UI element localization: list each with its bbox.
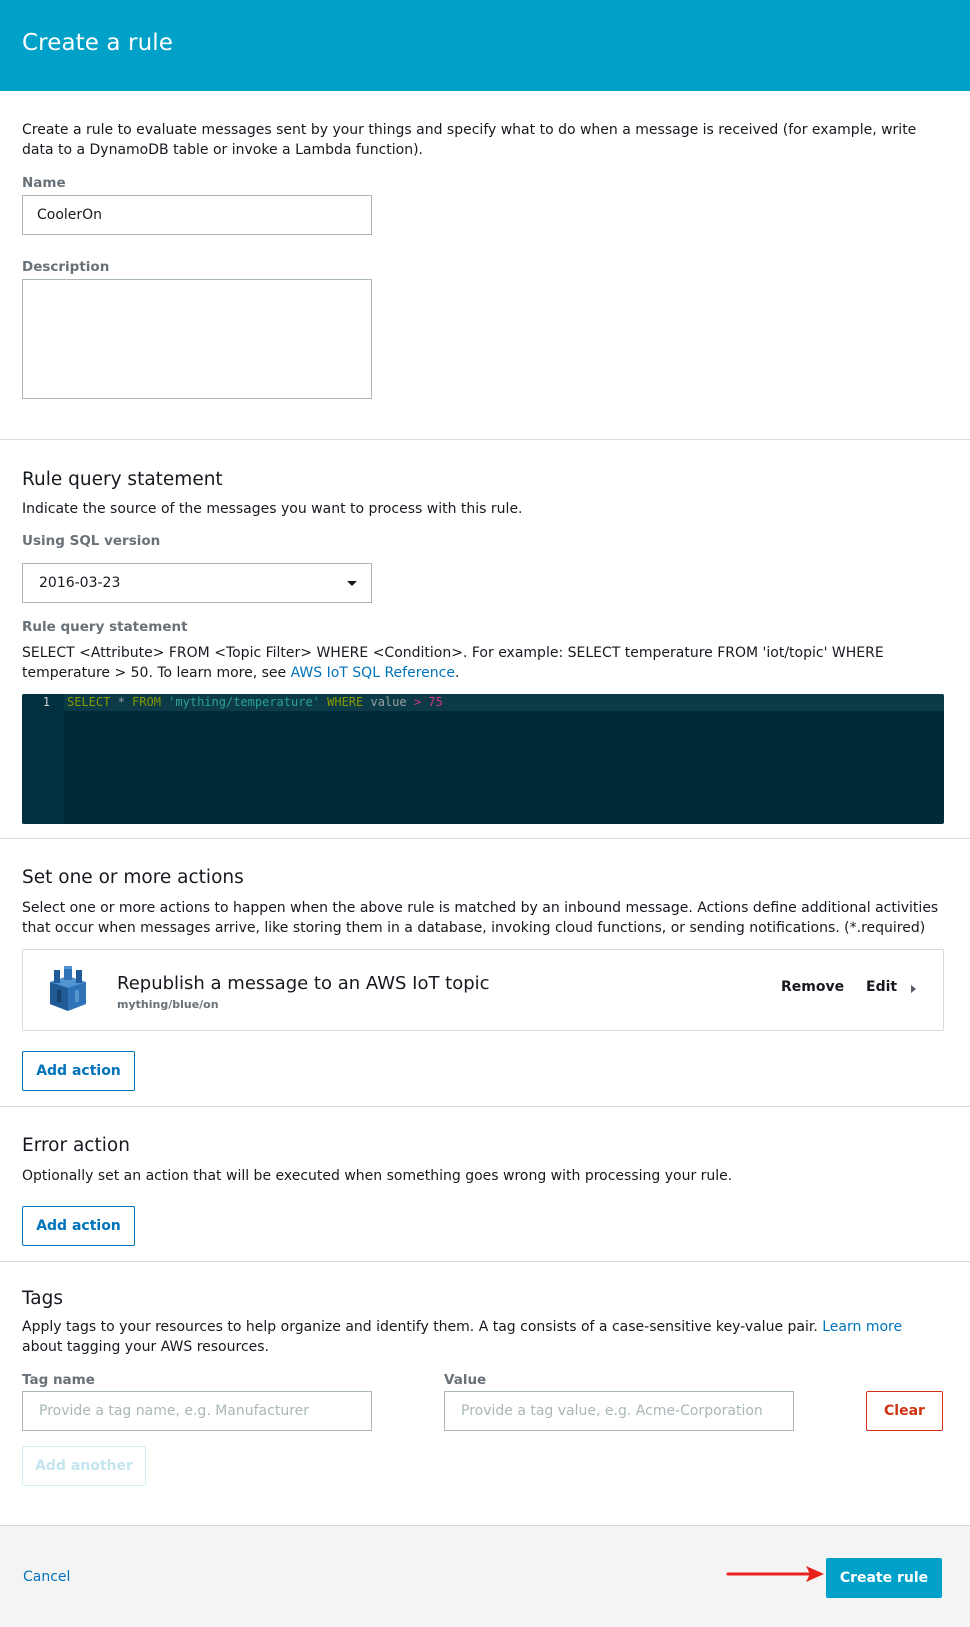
chevron-down-icon	[347, 581, 357, 586]
sql-version-select[interactable]: 2016-03-23	[22, 563, 372, 603]
create-rule-button[interactable]: Create rule	[826, 1558, 942, 1598]
sql-version-value: 2016-03-23	[39, 575, 121, 591]
iot-republish-icon	[50, 966, 86, 1011]
tags-section-text: Apply tags to your resources to help org…	[22, 1317, 942, 1357]
page-header: Create a rule	[0, 0, 970, 91]
tag-value-label: Value	[444, 1372, 487, 1388]
sql-reference-link[interactable]: AWS IoT SQL Reference	[291, 665, 455, 681]
actions-section-title: Set one or more actions	[22, 867, 244, 888]
cancel-link[interactable]: Cancel	[23, 1569, 70, 1585]
add-action-button[interactable]: Add action	[22, 1051, 135, 1091]
kw-from: FROM	[132, 695, 161, 709]
query-section-subtitle: Indicate the source of the messages you …	[22, 501, 523, 517]
kw-select: SELECT	[67, 695, 111, 709]
actions-section-text: Select one or more actions to happen whe…	[22, 900, 939, 936]
clear-tag-button[interactable]: Clear	[866, 1391, 943, 1431]
tags-section-title: Tags	[22, 1288, 63, 1309]
learn-more-link[interactable]: Learn more	[822, 1319, 902, 1335]
section-divider	[0, 1106, 970, 1107]
statement-help-end: .	[454, 665, 460, 681]
page-title: Create a rule	[22, 30, 174, 56]
tag-name-label: Tag name	[22, 1372, 95, 1388]
editor-gutter: 1	[22, 694, 64, 824]
add-error-action-button[interactable]: Add action	[22, 1206, 135, 1246]
description-textarea[interactable]	[22, 279, 372, 399]
token-number: 75	[428, 695, 443, 709]
tags-text-before: Apply tags to your resources to help org…	[22, 1319, 823, 1335]
error-section-text: Optionally set an action that will be ex…	[22, 1168, 733, 1184]
section-divider	[0, 1261, 970, 1262]
statement-label: Rule query statement	[22, 619, 188, 635]
footer-bar: Cancel Create rule	[0, 1525, 970, 1627]
code-line: SELECT * FROM 'mything/temperature' WHER…	[67, 694, 443, 711]
kw-where: WHERE	[327, 695, 364, 709]
edit-action-button[interactable]: Edit	[866, 979, 897, 995]
name-label: Name	[22, 175, 66, 191]
name-input[interactable]: CoolerOn	[22, 195, 372, 235]
statement-help: SELECT <Attribute> FROM <Topic Filter> W…	[22, 643, 942, 683]
action-topic: mything/blue/on	[117, 998, 219, 1011]
token-operator: >	[413, 695, 429, 709]
token-topic: 'mything/temperature'	[160, 695, 328, 709]
token-field: value	[363, 695, 414, 709]
tags-text-after: about tagging your AWS resources.	[22, 1339, 270, 1355]
description-label: Description	[22, 259, 110, 275]
line-number: 1	[42, 695, 50, 709]
sql-version-label: Using SQL version	[22, 533, 161, 549]
query-section-title: Rule query statement	[22, 469, 223, 490]
sql-editor[interactable]: 1 SELECT * FROM 'mything/temperature' WH…	[22, 694, 944, 824]
arrow-annotation-icon	[726, 1566, 824, 1582]
action-card: Republish a message to an AWS IoT topic …	[22, 949, 944, 1031]
tag-value-input[interactable]: Provide a tag value, e.g. Acme-Corporati…	[444, 1391, 794, 1431]
token-star: *	[110, 695, 133, 709]
error-section-title: Error action	[22, 1135, 130, 1156]
tag-name-input[interactable]: Provide a tag name, e.g. Manufacturer	[22, 1391, 372, 1431]
remove-action-button[interactable]: Remove	[781, 979, 844, 995]
add-another-tag-button[interactable]: Add another	[22, 1446, 146, 1486]
section-divider	[0, 439, 970, 440]
section-divider	[0, 838, 970, 839]
action-title: Republish a message to an AWS IoT topic	[117, 973, 490, 994]
intro-text: Create a rule to evaluate messages sent …	[22, 122, 917, 158]
caret-right-icon[interactable]	[911, 985, 916, 993]
